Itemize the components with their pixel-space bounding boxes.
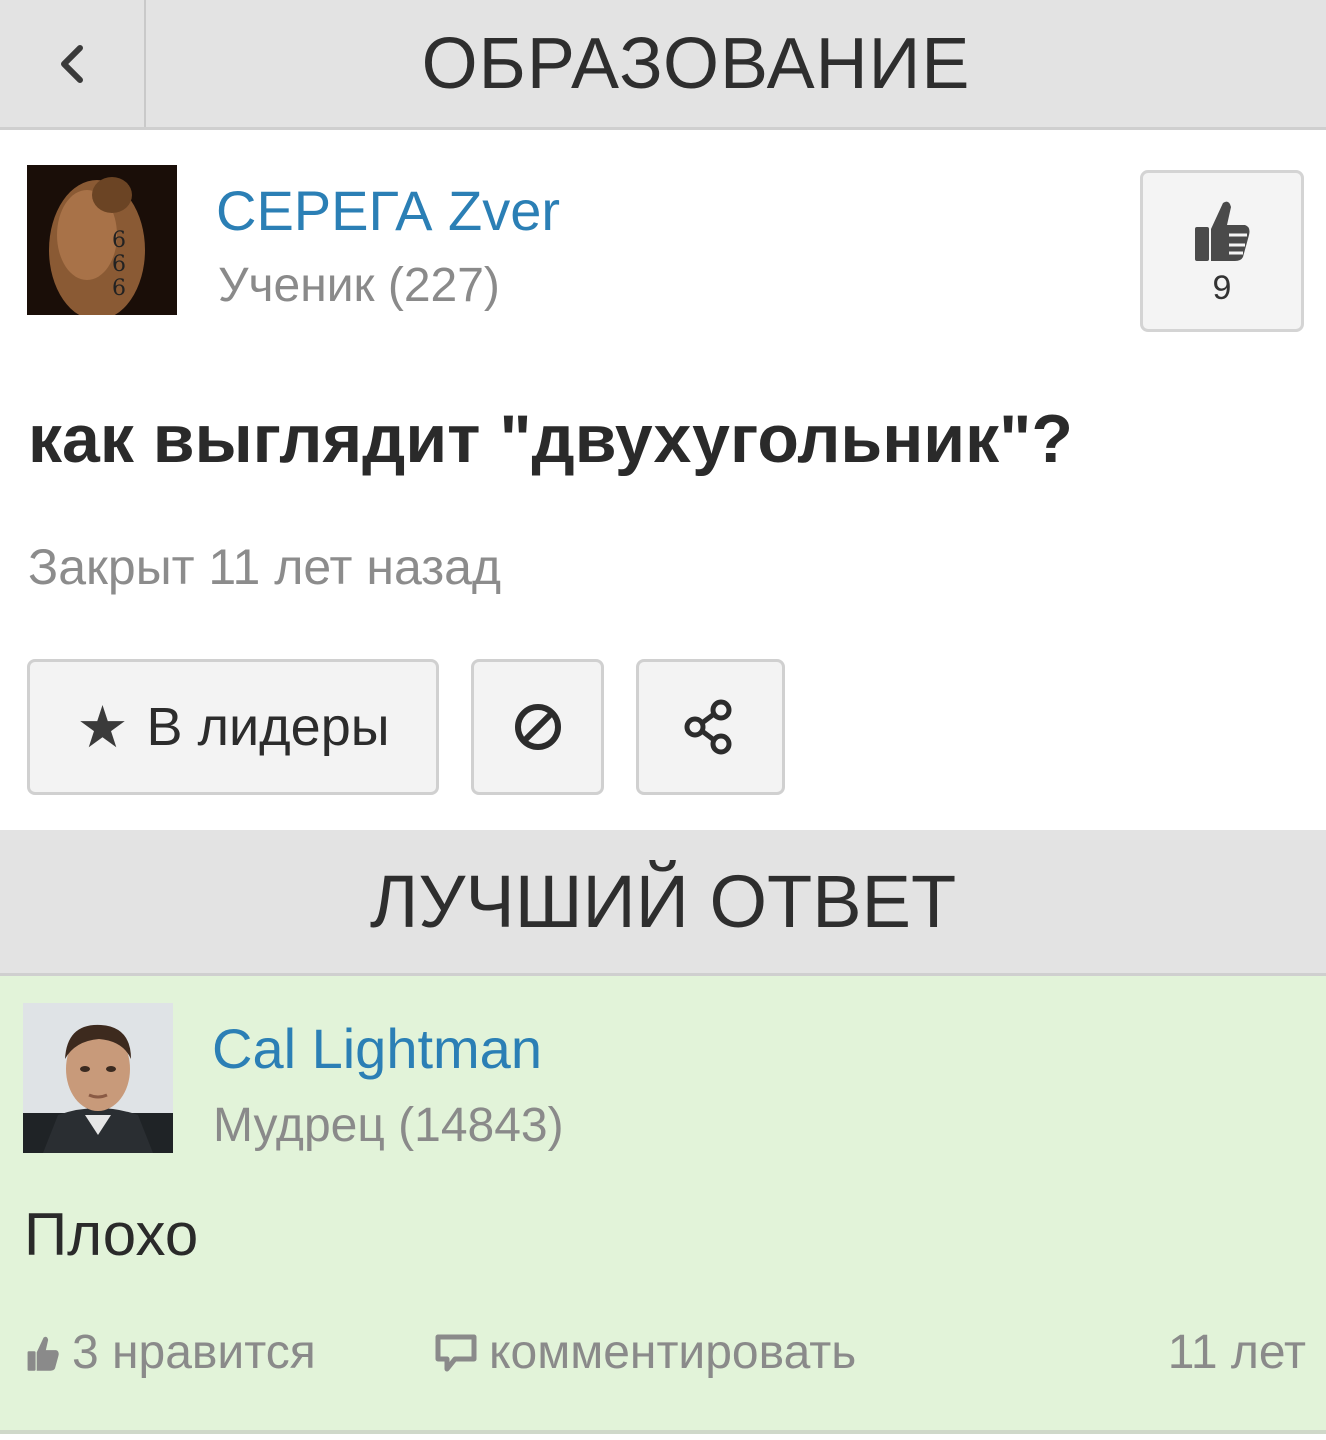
page-title: ОБРАЗОВАНИЕ [421, 23, 971, 104]
star-icon: ★ [76, 695, 129, 760]
svg-text:6: 6 [112, 228, 126, 253]
svg-text:6: 6 [112, 252, 126, 277]
question-author-rank: Ученик (227) [218, 259, 500, 312]
top-bar: ОБРАЗОВАНИЕ [0, 0, 1326, 130]
report-button[interactable] [471, 659, 604, 795]
share-button[interactable] [636, 659, 785, 795]
comment-icon [435, 1334, 477, 1371]
block-icon [514, 704, 561, 750]
share-icon [684, 699, 731, 755]
chevron-left-icon [61, 44, 83, 83]
question-status: Закрыт 11 лет назад [28, 539, 502, 595]
question-title: как выглядит "двухугольник"? [28, 401, 1073, 477]
thumbs-up-icon [1195, 201, 1250, 261]
answer-author-rank: Мудрец (14843) [213, 1099, 564, 1152]
question-like-button[interactable]: 9 [1140, 170, 1304, 332]
to-leaders-button[interactable]: ★ В лидеры [27, 659, 439, 795]
thumbs-up-icon [27, 1336, 59, 1371]
answer-text: Плохо [24, 1201, 199, 1268]
answer-author-avatar[interactable] [23, 1003, 173, 1153]
best-answer-header: ЛУЧШИЙ ОТВЕТ [0, 830, 1326, 976]
answer-like-button[interactable]: 3 нравится [24, 1325, 316, 1380]
answer-author-name[interactable]: Cal Lightman [212, 1016, 542, 1081]
comment-button[interactable]: комментировать [435, 1325, 856, 1380]
question-author-name[interactable]: СЕРЕГА Zver [216, 178, 560, 243]
question-like-count: 9 [1212, 268, 1232, 307]
back-button[interactable] [0, 0, 146, 127]
answer-footer: 3 нравится комментировать 11 лет [0, 1325, 1326, 1385]
to-leaders-label: В лидеры [146, 697, 390, 757]
comment-label: комментировать [489, 1326, 857, 1379]
answer-likes-label: 3 нравится [72, 1326, 316, 1379]
question-author-avatar[interactable]: 6 6 6 [27, 165, 177, 315]
svg-text:6: 6 [112, 276, 126, 301]
page: ОБРАЗОВАНИЕ 6 6 6 СЕРЕГА Zver Ученик (22… [0, 0, 1326, 1440]
answer-time: 11 лет [1167, 1326, 1306, 1379]
